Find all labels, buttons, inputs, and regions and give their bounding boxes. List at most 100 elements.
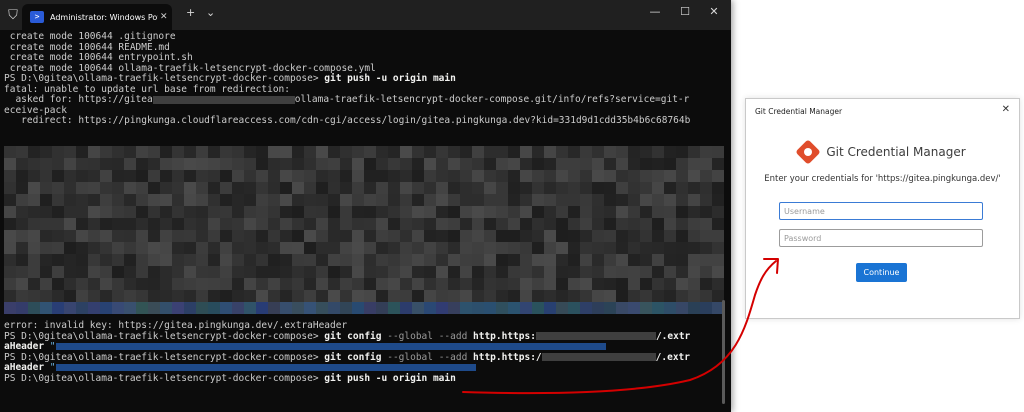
- close-button[interactable]: ✕: [704, 5, 724, 18]
- mosaic-cell: [76, 242, 88, 254]
- mosaic-cell: [460, 218, 472, 230]
- mosaic-cell: [112, 302, 124, 314]
- mosaic-cell: [112, 170, 124, 182]
- mosaic-cell: [64, 230, 76, 242]
- mosaic-cell: [316, 302, 328, 314]
- mosaic-cell: [256, 158, 268, 170]
- mosaic-cell: [568, 302, 580, 314]
- mosaic-cell: [604, 254, 616, 266]
- dropdown-icon[interactable]: ⌄: [206, 6, 215, 19]
- mosaic-cell: [292, 218, 304, 230]
- mosaic-cell: [280, 146, 292, 158]
- continue-button[interactable]: Continue: [856, 263, 907, 282]
- mosaic-cell: [580, 206, 592, 218]
- mosaic-cell: [316, 266, 328, 278]
- mosaic-cell: [532, 206, 544, 218]
- dialog-titlebar[interactable]: Git Credential Manager ✕: [746, 99, 1019, 123]
- mosaic-cell: [52, 182, 64, 194]
- mosaic-cell: [376, 158, 388, 170]
- terminal-window[interactable]: ⛉ > Administrator: Windows PowerShell ✕ …: [0, 0, 731, 412]
- mosaic-cell: [76, 158, 88, 170]
- mosaic-cell: [352, 290, 364, 302]
- mosaic-cell: [340, 230, 352, 242]
- mosaic-cell: [700, 278, 712, 290]
- mosaic-cell: [376, 218, 388, 230]
- mosaic-cell: [472, 206, 484, 218]
- mosaic-cell: [712, 278, 724, 290]
- scrollbar[interactable]: [722, 300, 725, 404]
- mosaic-cell: [544, 182, 556, 194]
- mosaic-cell: [616, 158, 628, 170]
- mosaic-cell: [592, 170, 604, 182]
- mosaic-cell: [76, 278, 88, 290]
- mosaic-cell: [412, 146, 424, 158]
- mosaic-cell: [376, 146, 388, 158]
- mosaic-cell: [556, 302, 568, 314]
- mosaic-cell: [268, 194, 280, 206]
- username-field[interactable]: [779, 202, 983, 220]
- mosaic-cell: [640, 170, 652, 182]
- mosaic-cell: [364, 254, 376, 266]
- credentials-prompt: Enter your credentials for 'https://gite…: [764, 174, 1001, 184]
- mosaic-cell: [496, 182, 508, 194]
- mosaic-cell: [472, 170, 484, 182]
- mosaic-cell: [160, 290, 172, 302]
- prompt: PS D:\0gitea\ollama-traefik-letsencrypt-…: [4, 73, 325, 84]
- mosaic-cell: [400, 218, 412, 230]
- mosaic-cell: [124, 266, 136, 278]
- mosaic-cell: [604, 218, 616, 230]
- mosaic-cell: [244, 242, 256, 254]
- mosaic-cell: [88, 158, 100, 170]
- terminal-titlebar[interactable]: ⛉ > Administrator: Windows PowerShell ✕ …: [0, 0, 731, 30]
- dialog-title: Git Credential Manager: [755, 107, 843, 116]
- mosaic-cell: [292, 254, 304, 266]
- mosaic-cell: [124, 254, 136, 266]
- mosaic-cell: [268, 254, 280, 266]
- minimize-button[interactable]: —: [645, 5, 665, 18]
- mosaic-cell: [508, 206, 520, 218]
- mosaic-cell: [292, 278, 304, 290]
- maximize-button[interactable]: ☐: [675, 5, 695, 18]
- mosaic-cell: [592, 218, 604, 230]
- mosaic-cell: [376, 194, 388, 206]
- mosaic-cell: [616, 254, 628, 266]
- mosaic-cell: [400, 242, 412, 254]
- mosaic-cell: [388, 254, 400, 266]
- mosaic-cell: [100, 146, 112, 158]
- mosaic-cell: [508, 230, 520, 242]
- mosaic-cell: [664, 170, 676, 182]
- mosaic-cell: [148, 302, 160, 314]
- mosaic-cell: [328, 194, 340, 206]
- mosaic-cell: [700, 206, 712, 218]
- mosaic-cell: [220, 290, 232, 302]
- tab-close-icon[interactable]: ✕: [160, 12, 168, 22]
- mosaic-cell: [208, 218, 220, 230]
- new-tab-button[interactable]: +: [186, 6, 195, 19]
- mosaic-cell: [292, 158, 304, 170]
- terminal-output-lower[interactable]: error: invalid key: https://gitea.pingku…: [4, 320, 727, 384]
- mosaic-cell: [172, 266, 184, 278]
- mosaic-cell: [52, 230, 64, 242]
- terminal-output[interactable]: create mode 100644 .gitignore create mod…: [4, 31, 727, 127]
- mosaic-cell: [268, 158, 280, 170]
- tab-powershell[interactable]: > Administrator: Windows PowerShell ✕: [22, 4, 172, 30]
- mosaic-cell: [496, 278, 508, 290]
- mosaic-cell: [220, 242, 232, 254]
- mosaic-cell: [400, 158, 412, 170]
- mosaic-cell: [652, 206, 664, 218]
- mosaic-cell: [712, 146, 724, 158]
- close-icon[interactable]: ✕: [1002, 104, 1010, 115]
- mosaic-cell: [64, 254, 76, 266]
- credential-dialog[interactable]: Git Credential Manager ✕ Git Credential …: [745, 98, 1020, 319]
- mosaic-cell: [604, 158, 616, 170]
- mosaic-cell: [220, 218, 232, 230]
- mosaic-cell: [664, 266, 676, 278]
- mosaic-cell: [28, 230, 40, 242]
- shield-icon: ⛉: [8, 7, 18, 23]
- mosaic-cell: [640, 254, 652, 266]
- mosaic-cell: [172, 302, 184, 314]
- mosaic-cell: [352, 194, 364, 206]
- mosaic-cell: [52, 206, 64, 218]
- mosaic-cell: [652, 278, 664, 290]
- password-field[interactable]: [779, 229, 983, 247]
